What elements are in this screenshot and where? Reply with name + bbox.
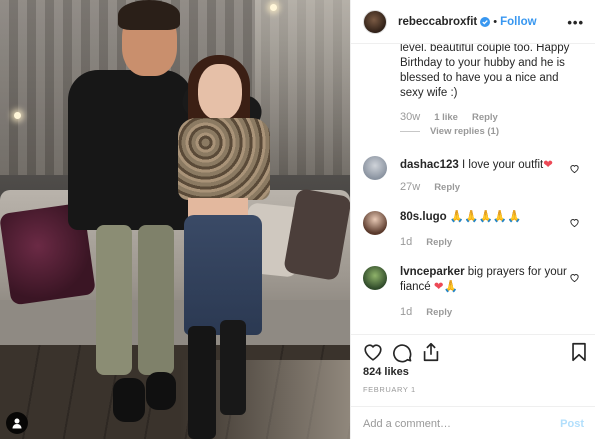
view-replies-line — [400, 131, 420, 132]
comment-emoji: ❤🙏 — [433, 281, 458, 293]
photo-woman-boot — [188, 326, 216, 439]
comment-body: 80s.lugo 🙏🙏🙏🙏🙏 — [400, 210, 568, 225]
like-comment-icon[interactable] — [569, 163, 580, 174]
comment-text: I love your outfit — [462, 159, 544, 171]
reply-button[interactable]: Reply — [426, 307, 452, 318]
photo-light — [270, 4, 277, 11]
photo-man-body — [68, 70, 193, 230]
comment-body: dashac123 I love your outfit❤ — [400, 158, 568, 173]
likes-count[interactable]: 824 likes — [363, 366, 409, 378]
avatar[interactable] — [363, 9, 387, 34]
photo-man-shoe — [146, 372, 176, 410]
photo-woman-jeans — [184, 215, 262, 335]
post-photo[interactable] — [0, 0, 350, 439]
header-username[interactable]: rebeccabroxfit — [398, 16, 477, 28]
share-icon[interactable] — [420, 341, 442, 363]
more-horizontal-icon[interactable]: ••• — [567, 15, 584, 30]
photo-man-hair — [118, 0, 180, 30]
photo-man-shoe — [113, 378, 145, 422]
avatar[interactable] — [363, 266, 387, 290]
comment-meta: 30w 1 like Reply — [400, 111, 498, 123]
avatar[interactable] — [363, 211, 387, 235]
comment-likes[interactable]: 1 like — [434, 112, 458, 123]
post-header: rebeccabroxfit • Follow ••• — [351, 0, 595, 44]
post-side-panel: rebeccabroxfit • Follow ••• level. beaut… — [350, 0, 595, 439]
comment-time[interactable]: 27w — [400, 181, 420, 193]
view-replies-button[interactable]: View replies (1) — [400, 126, 499, 137]
comments-list: level. beautiful couple too. Happy Birth… — [351, 44, 595, 334]
comment-meta: 1d Reply — [400, 236, 452, 248]
avatar[interactable] — [363, 156, 387, 180]
photo-light — [14, 112, 21, 119]
comment-emoji: 🙏🙏🙏🙏🙏 — [449, 211, 522, 223]
like-comment-icon[interactable] — [569, 272, 580, 283]
comment-username[interactable]: lvnceparker — [400, 266, 465, 278]
comment-time[interactable]: 1d — [400, 306, 412, 318]
heart-icon[interactable] — [362, 341, 384, 363]
comment-meta: 27w Reply — [400, 181, 460, 193]
post-date[interactable]: FEBRUARY 1 — [363, 385, 416, 394]
photo-woman-head — [198, 64, 242, 120]
comment-emoji: ❤ — [543, 159, 553, 171]
comment-text-continued: level. beautiful couple too. Happy Birth… — [400, 44, 570, 99]
photo-man-leg — [96, 225, 132, 375]
photo-sofa-base — [0, 300, 350, 350]
comment-input[interactable] — [363, 417, 561, 430]
follow-button[interactable]: Follow — [500, 16, 536, 28]
header-separator: • — [493, 15, 498, 28]
view-replies-label: View replies (1) — [430, 126, 499, 137]
comment-body: lvnceparker big prayers for your fiancé … — [400, 265, 568, 295]
post-button[interactable]: Post — [560, 418, 584, 430]
photo-woman-boot — [220, 320, 246, 415]
verified-badge-icon — [480, 16, 491, 27]
reply-button[interactable]: Reply — [434, 182, 460, 193]
comment-meta: 1d Reply — [400, 306, 452, 318]
bookmark-icon[interactable] — [568, 341, 590, 363]
comment-time[interactable]: 1d — [400, 236, 412, 248]
post-actions: 824 likes FEBRUARY 1 Post — [351, 334, 595, 439]
photo-man-leg — [138, 225, 174, 375]
comment-time[interactable]: 30w — [400, 111, 420, 123]
comment-username[interactable]: 80s.lugo — [400, 211, 447, 223]
reply-button[interactable]: Reply — [472, 112, 498, 123]
comment-icon[interactable] — [391, 341, 413, 363]
add-comment-bar: Post — [351, 406, 595, 439]
tagged-user-icon[interactable] — [6, 412, 28, 434]
reply-button[interactable]: Reply — [426, 237, 452, 248]
photo-woman-top — [178, 118, 270, 200]
like-comment-icon[interactable] — [569, 217, 580, 228]
comment-username[interactable]: dashac123 — [400, 159, 459, 171]
